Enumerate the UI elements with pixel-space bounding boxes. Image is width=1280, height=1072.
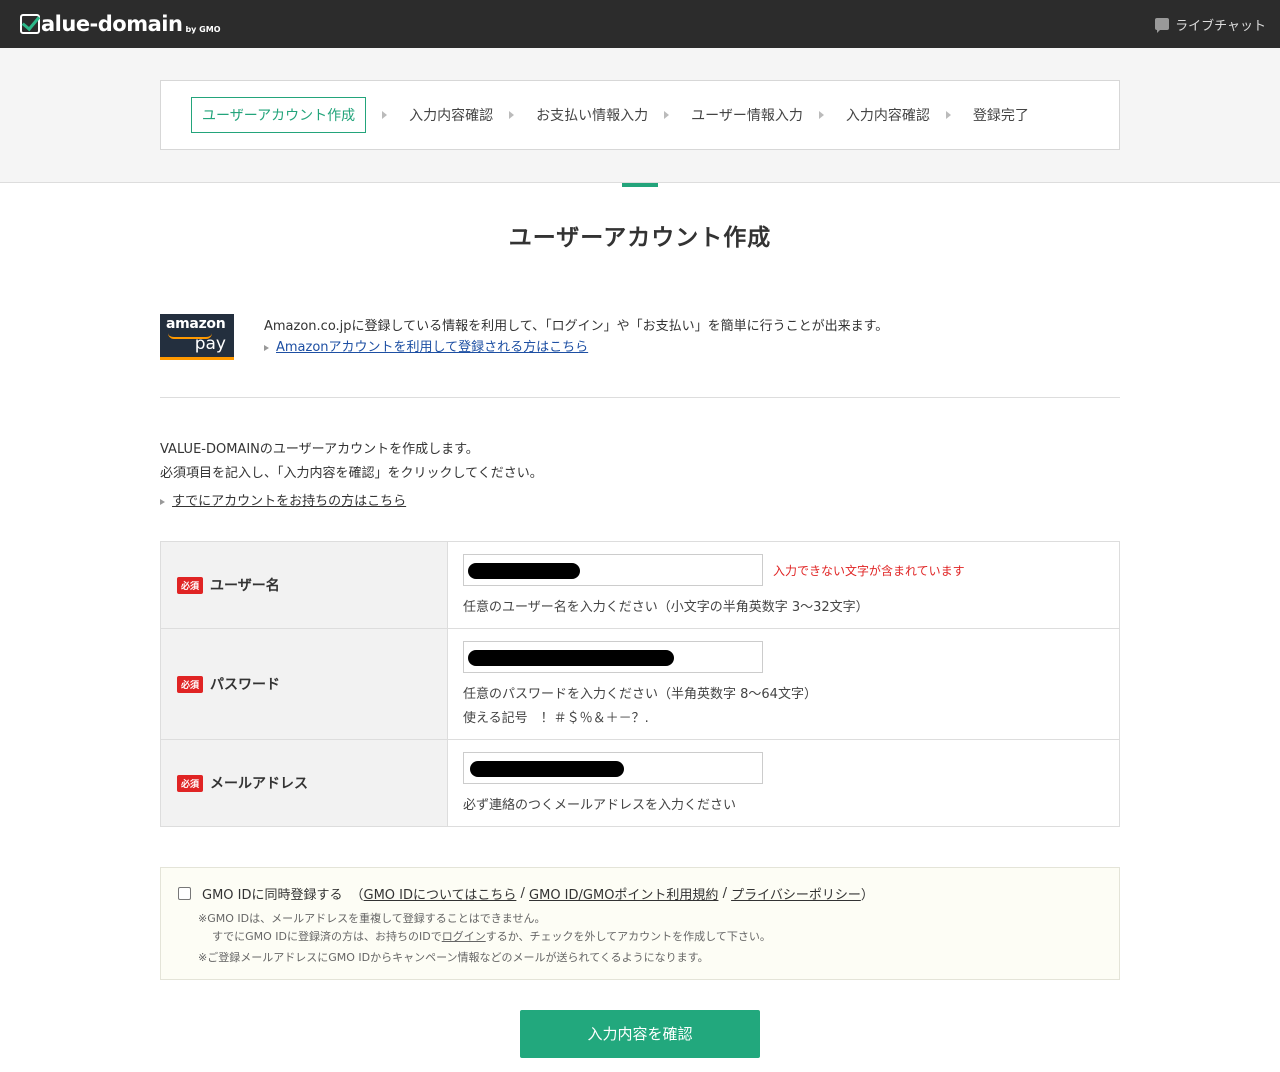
- username-row: 必須 ユーザー名 入力できない文字が含まれています 任意のユーザー名を入力くださ…: [161, 542, 1119, 629]
- existing-account-link[interactable]: すでにアカウントをお持ちの方はこちら: [172, 490, 406, 514]
- amazon-login-link[interactable]: Amazonアカウントを利用して登録される方はこちら: [276, 337, 588, 358]
- email-row: 必須 メールアドレス 必ず連絡のつくメールアドレスを入力ください: [161, 740, 1119, 826]
- open-paren: （: [350, 888, 364, 903]
- live-chat-label: ライブチャット: [1175, 18, 1266, 34]
- password-input[interactable]: [463, 641, 763, 673]
- step-2: 入力内容確認: [409, 108, 494, 124]
- username-label-cell: 必須 ユーザー名: [161, 542, 448, 628]
- confirm-input-button[interactable]: 入力内容を確認: [520, 1010, 760, 1058]
- triangle-bullet-icon: [160, 499, 165, 505]
- step-arrow-icon: [509, 111, 515, 119]
- amazon-pay-section: amazon pay Amazon.co.jpに登録している情報を利用して、「ロ…: [160, 314, 1120, 398]
- redacted-value: [468, 563, 580, 579]
- gmo-note-1: ※GMO IDは、メールアドレスを重複して登録することはできません。: [198, 912, 546, 925]
- close-paren: ）: [860, 888, 874, 903]
- redacted-value: [468, 650, 674, 666]
- intro-line-2: 必須項目を記入し、「入力内容を確認」をクリックしてください。: [160, 466, 543, 481]
- step-3: お支払い情報入力: [536, 108, 649, 124]
- email-label: メールアドレス: [210, 776, 309, 792]
- page-title: ユーザーアカウント作成: [508, 225, 772, 251]
- required-badge: 必須: [177, 675, 204, 693]
- amazon-description: Amazon.co.jpに登録している情報を利用して、「ログイン」や「お支払い」…: [264, 319, 889, 334]
- username-hint: 任意のユーザー名を入力ください（小文字の半角英数字 3〜32文字）: [463, 600, 869, 615]
- gmo-id-about-link[interactable]: GMO IDについてはこちら: [364, 884, 517, 903]
- gmo-note-2b: するか、チェックを外してアカウントを作成して下さい。: [485, 930, 771, 943]
- step-arrow-icon: [945, 111, 951, 119]
- redacted-value: [470, 761, 624, 777]
- step-1: ユーザーアカウント作成: [191, 97, 367, 133]
- username-input[interactable]: [463, 554, 763, 586]
- username-error: 入力できない文字が含まれています: [773, 563, 965, 578]
- registration-form: 必須 ユーザー名 入力できない文字が含まれています 任意のユーザー名を入力くださ…: [160, 541, 1120, 827]
- top-bar: alue-domain by GMO ライブチャット: [0, 0, 1280, 48]
- triangle-bullet-icon: [264, 344, 269, 351]
- username-label: ユーザー名: [210, 578, 280, 594]
- step-arrow-icon: [818, 111, 824, 119]
- chat-icon: [1155, 18, 1170, 33]
- gmo-id-checkbox[interactable]: [178, 887, 191, 900]
- amazon-logo-text: amazon: [166, 316, 226, 332]
- email-label-cell: 必須 メールアドレス: [161, 740, 448, 826]
- email-input[interactable]: [463, 752, 763, 784]
- gmo-login-link[interactable]: ログイン: [442, 930, 486, 943]
- intro: VALUE-DOMAINのユーザーアカウントを作成します。 必須項目を記入し、「…: [160, 438, 1120, 514]
- step-6: 登録完了: [972, 108, 1029, 124]
- step-5: 入力内容確認: [845, 108, 930, 124]
- password-label: パスワード: [210, 677, 281, 693]
- separator: /: [516, 886, 530, 901]
- amazon-pay-logo[interactable]: amazon pay: [160, 314, 234, 360]
- password-label-cell: 必須 パスワード: [161, 629, 448, 739]
- step-4: ユーザー情報入力: [691, 108, 803, 124]
- logo-sub: by GMO: [185, 24, 221, 34]
- live-chat-button[interactable]: ライブチャット: [1155, 15, 1266, 34]
- gmo-note-3: ※ご登録メールアドレスにGMO IDからキャンペーン情報などのメールが送られてく…: [198, 951, 709, 964]
- intro-line-1: VALUE-DOMAINのユーザーアカウントを作成します。: [160, 442, 479, 457]
- progress-steps: ユーザーアカウント作成 入力内容確認 お支払い情報入力 ユーザー情報入力 入力内…: [160, 80, 1120, 150]
- gmo-id-checkbox-label[interactable]: GMO IDに同時登録する: [202, 884, 343, 903]
- password-row: 必須 パスワード 任意のパスワードを入力ください（半角英数字 8〜64文字） 使…: [161, 629, 1119, 740]
- steps-band: ユーザーアカウント作成 入力内容確認 お支払い情報入力 ユーザー情報入力 入力内…: [0, 48, 1280, 187]
- main-content: ユーザーアカウント作成 amazon pay Amazon.co.jpに登録して…: [160, 218, 1120, 1058]
- password-hint: 任意のパスワードを入力ください（半角英数字 8〜64文字）: [463, 687, 817, 702]
- logo-text: alue-domain: [41, 12, 183, 36]
- accent-bar: [622, 183, 658, 187]
- step-arrow-icon: [382, 111, 388, 119]
- password-symbols-hint: 使える記号 ！＃＄％＆＋－？.: [463, 711, 649, 726]
- check-logo-icon: [20, 14, 40, 34]
- gmo-id-box: GMO IDに同時登録する （ GMO IDについてはこちら / GMO ID/…: [160, 867, 1120, 980]
- value-domain-logo[interactable]: alue-domain by GMO: [20, 12, 221, 36]
- required-badge: 必須: [177, 774, 204, 792]
- email-hint: 必ず連絡のつくメールアドレスを入力ください: [463, 798, 737, 813]
- step-arrow-icon: [664, 111, 670, 119]
- privacy-policy-link[interactable]: プライバシーポリシー: [731, 884, 861, 903]
- separator: /: [718, 886, 732, 901]
- required-badge: 必須: [177, 576, 204, 594]
- gmo-note-2a: すでにGMO IDに登録済の方は、お持ちのIDで: [212, 930, 442, 943]
- amazon-pay-text: pay: [194, 334, 226, 354]
- gmo-terms-link[interactable]: GMO ID/GMOポイント利用規約: [529, 884, 718, 903]
